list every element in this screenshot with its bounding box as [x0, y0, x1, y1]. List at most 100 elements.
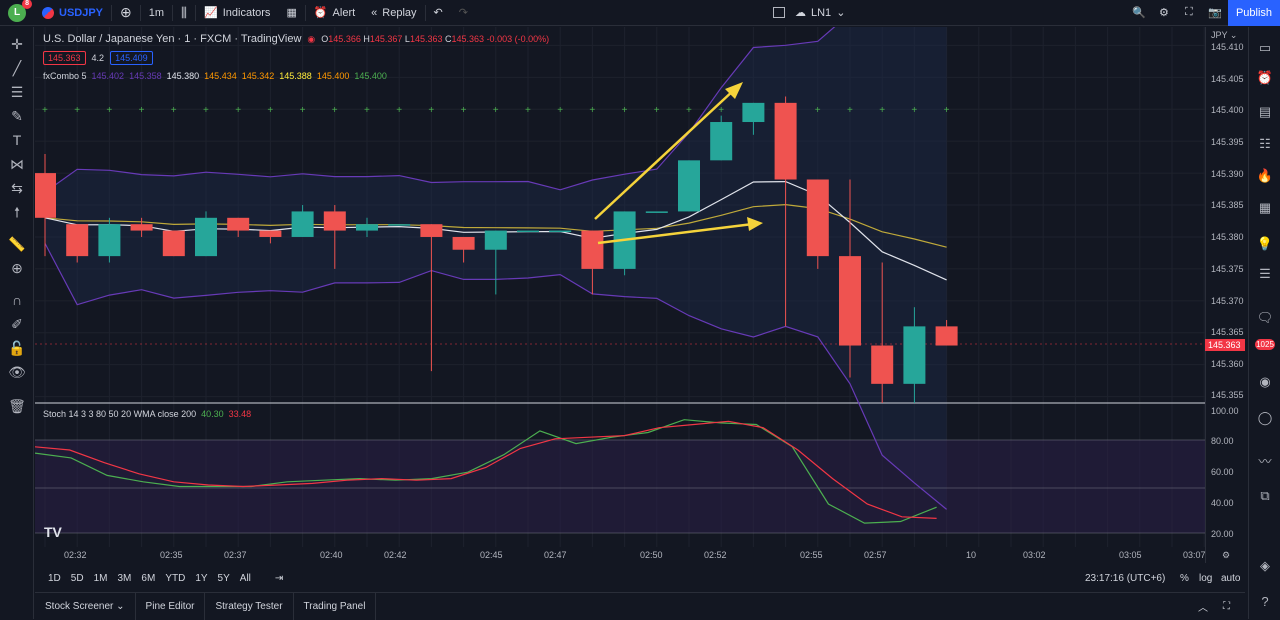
pencil-lock-icon[interactable]: ✐: [8, 315, 26, 333]
alerts-icon[interactable]: ⏰: [1256, 69, 1274, 87]
range-ytd[interactable]: YTD: [160, 573, 190, 584]
text-icon[interactable]: T: [8, 131, 26, 149]
indicators-button[interactable]: 📈 Indicators: [196, 0, 278, 26]
signal-dot: +: [171, 105, 177, 116]
fib-icon[interactable]: ☰: [8, 83, 26, 101]
price-chart[interactable]: +++++++++++++++++++++++++++++ TV: [35, 27, 1205, 563]
price-label: 145.375: [1211, 264, 1244, 274]
datawindow-icon[interactable]: ▤: [1256, 103, 1274, 121]
price-label: 145.365: [1211, 327, 1244, 337]
layout-name-button[interactable]: ☁ LN1 ⌄: [787, 0, 853, 26]
pattern-icon[interactable]: ⋈: [8, 155, 26, 173]
goto-date-icon[interactable]: ⇥: [270, 573, 288, 584]
publish-button[interactable]: Publish: [1228, 0, 1280, 26]
buy-button[interactable]: 145.409: [110, 51, 153, 65]
compare-button[interactable]: ⊕: [112, 0, 140, 26]
undo-button[interactable]: ↶: [426, 0, 451, 26]
fullscreen-icon: ⛶: [1185, 6, 1193, 18]
time-settings-icon[interactable]: ⚙: [1222, 550, 1230, 561]
hotlists-icon[interactable]: 🔥: [1256, 167, 1274, 185]
avatar[interactable]: L8: [8, 0, 32, 22]
chevron-up-icon[interactable]: ︿: [1198, 599, 1208, 614]
watchlist-icon[interactable]: ▭: [1256, 39, 1274, 57]
help-icon[interactable]: ?: [1256, 593, 1274, 611]
tab-pine-editor[interactable]: Pine Editor: [136, 592, 206, 620]
lock-icon[interactable]: 🔓: [8, 339, 26, 357]
layers-icon[interactable]: ◈: [1256, 557, 1274, 575]
chart-icon[interactable]: 〰: [1256, 453, 1274, 471]
sell-button[interactable]: 145.363: [43, 51, 86, 65]
ideas-icon[interactable]: 💡: [1256, 235, 1274, 253]
top-toolbar: L8 USDJPY ⊕ 1m ⫼ 📈 Indicators ▦ ⏰ Alert « R…: [0, 0, 1280, 26]
ruler-icon[interactable]: 📏: [8, 235, 26, 253]
snapshot-button[interactable]: 📷: [1200, 0, 1230, 26]
signal-dot: +: [847, 105, 853, 116]
interval-button[interactable]: 1m: [141, 0, 172, 26]
fullscreen-button[interactable]: ⛶: [1177, 0, 1201, 26]
chart-title: U.S. Dollar / Japanese Yen · 1 · FXCM · …: [43, 33, 302, 45]
broadcast-icon[interactable]: ◉: [1256, 373, 1274, 391]
rewind-icon: «: [371, 6, 378, 19]
settings-button[interactable]: ⚙: [1151, 0, 1177, 26]
percent-toggle[interactable]: %: [1180, 573, 1189, 584]
symbol-flag-icon: [42, 6, 54, 19]
tab-trading-panel[interactable]: Trading Panel: [294, 592, 377, 620]
range-5y[interactable]: 5Y: [213, 573, 235, 584]
chat-icon[interactable]: 🗨: [1256, 309, 1274, 327]
auto-toggle[interactable]: auto: [1221, 573, 1240, 584]
currency-label[interactable]: JPY ⌄: [1211, 30, 1237, 41]
high-value: 145.367: [369, 34, 403, 44]
tab-stock-screener[interactable]: Stock Screener ⌄: [35, 592, 136, 620]
trendline-icon[interactable]: ╱: [8, 59, 26, 77]
range-3m[interactable]: 3M: [113, 573, 137, 584]
user-menu[interactable]: L8: [0, 0, 34, 26]
range-5d[interactable]: 5D: [66, 573, 89, 584]
time-label: 03:07: [1183, 550, 1206, 560]
trash-icon[interactable]: 🗑: [8, 397, 26, 415]
news-icon[interactable]: ☷: [1256, 135, 1274, 153]
streams-icon[interactable]: ☰: [1256, 265, 1274, 283]
range-6m[interactable]: 6M: [136, 573, 160, 584]
pine-icon[interactable]: ⧉: [1256, 487, 1274, 505]
time-label: 02:35: [160, 550, 183, 560]
redo-button[interactable]: ↷: [451, 0, 476, 26]
camera-icon: 📷: [1208, 7, 1222, 19]
range-all[interactable]: All: [235, 573, 256, 584]
stoch-label: 20.00: [1211, 529, 1234, 539]
range-1d[interactable]: 1D: [43, 573, 66, 584]
magnet-icon[interactable]: ∩: [8, 291, 26, 309]
tab-strategy-tester[interactable]: Strategy Tester: [205, 592, 294, 620]
clock[interactable]: 23:17:16 (UTC+6): [1085, 573, 1165, 584]
prediction-icon[interactable]: ⇆: [8, 179, 26, 197]
zoom-icon[interactable]: ⊕: [8, 259, 26, 277]
brush-icon[interactable]: ✎: [8, 107, 26, 125]
signal-dot: +: [686, 105, 692, 116]
current-price-badge: 145.363: [1205, 339, 1245, 351]
range-1y[interactable]: 1Y: [190, 573, 212, 584]
symbol-search[interactable]: USDJPY: [34, 0, 111, 26]
time-label: 02:45: [480, 550, 503, 560]
templates-button[interactable]: ▦: [278, 0, 304, 26]
alert-button[interactable]: ⏰ Alert: [306, 0, 363, 26]
replay-button[interactable]: « Replay: [363, 0, 424, 26]
log-toggle[interactable]: log: [1199, 573, 1212, 584]
candle-body: [452, 236, 475, 250]
square-icon: [773, 7, 785, 18]
candle-body: [291, 211, 314, 237]
search-button[interactable]: 🔍: [1124, 0, 1154, 26]
time-label: 02:40: [320, 550, 343, 560]
chart-type-button[interactable]: ⫼: [173, 0, 195, 26]
crosshair-icon[interactable]: ✛: [8, 35, 26, 53]
help-chat-icon[interactable]: ◯: [1256, 409, 1274, 427]
price-axis[interactable]: JPY ⌄ 145.410 145.405 145.400 145.395 14…: [1205, 27, 1247, 563]
candle-body: [581, 230, 604, 269]
calendar-icon[interactable]: ▦: [1256, 199, 1274, 217]
candle-body: [323, 211, 346, 231]
signal-dot: +: [396, 105, 402, 116]
arrow-up-icon[interactable]: 🠕: [8, 203, 26, 221]
eye-icon[interactable]: 👁: [8, 363, 26, 381]
maximize-icon[interactable]: ⛶: [1223, 601, 1230, 612]
fxcombo-value: 145.380: [166, 71, 200, 81]
open-value: 145.366: [328, 34, 361, 44]
range-1m[interactable]: 1M: [89, 573, 113, 584]
